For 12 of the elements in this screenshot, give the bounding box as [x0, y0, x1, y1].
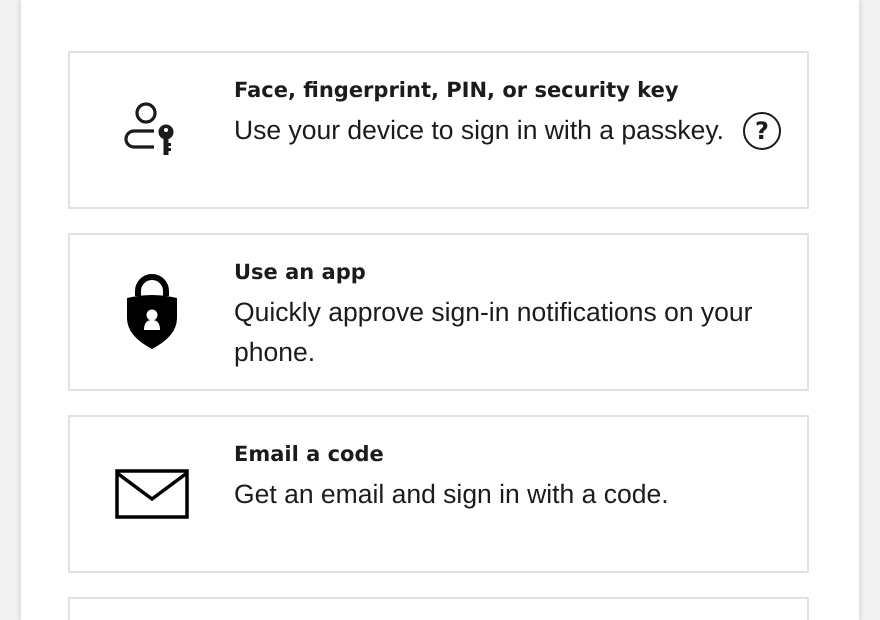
- help-button[interactable]: ?: [743, 112, 781, 150]
- option-title: Use an app: [234, 259, 367, 286]
- option-title: Email a code: [234, 441, 385, 468]
- option-title: Face, fingerprint, PIN, or security key: [234, 77, 680, 104]
- envelope-icon: [115, 469, 189, 519]
- option-card[interactable]: Use an app Quickly approve sign-in notifications on your phone.: [68, 233, 809, 391]
- option-card[interactable]: Face, fingerprint, PIN, or security key Use your device to sign in with a passkey. ?: [68, 51, 809, 209]
- option-description: Quickly approve sign-in notifications on your phone.: [234, 296, 754, 369]
- option-description: Use your device to sign in with a passkey.: [234, 114, 725, 147]
- option-description: Get an email and sign in with a code.: [234, 478, 670, 511]
- shield-lock-icon: [124, 274, 180, 350]
- option-card[interactable]: Email a code Get an email and sign in with a code.: [68, 415, 809, 573]
